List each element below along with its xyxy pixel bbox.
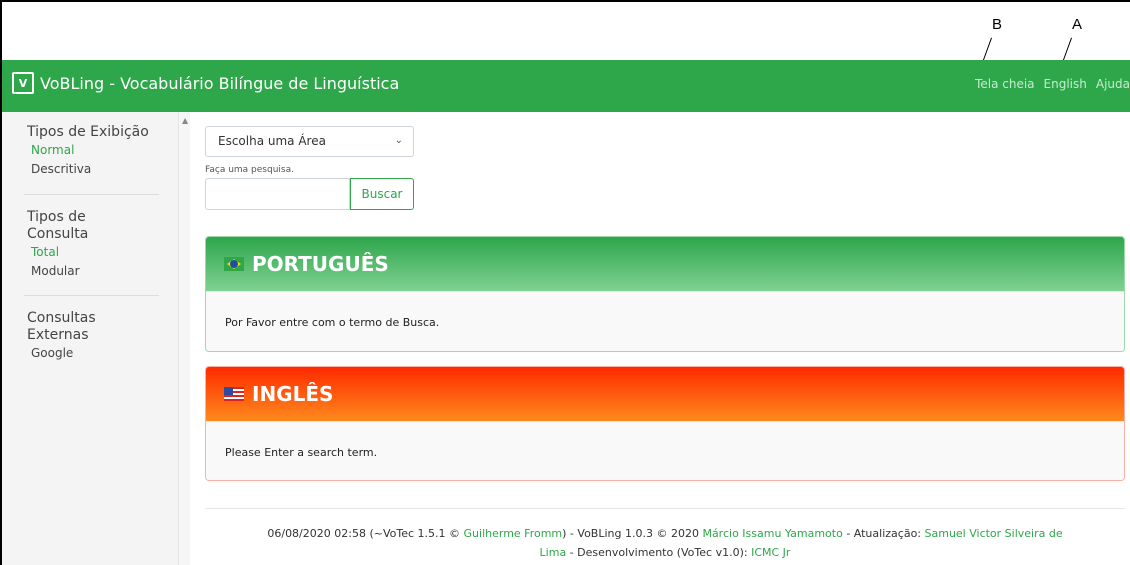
sidebar-divider: [24, 194, 159, 195]
area-select-value: Escolha uma Área: [218, 134, 326, 148]
brazil-flag-icon: [224, 257, 244, 271]
sidebar-title-query-line2: Consulta: [27, 226, 89, 242]
english-panel-header: INGLÊS: [206, 367, 1124, 421]
sidebar-title-display: Tipos de Exibição: [27, 124, 149, 140]
top-navbar: V VoBLing - Vocabulário Bilíngue de Ling…: [2, 60, 1130, 112]
footer-line-1: 06/08/2020 02:58 (~VoTec 1.5.1 © Guilher…: [205, 524, 1125, 543]
chevron-down-icon: ⌄: [394, 135, 403, 146]
footer-text: ) - VoBLing 1.0.3 © 2020: [562, 527, 703, 540]
sidebar-divider: [24, 295, 159, 296]
nav-fullscreen-link[interactable]: Tela cheia: [975, 77, 1034, 91]
portuguese-panel-title: PORTUGUÊS: [252, 252, 389, 276]
sidebar-item-google[interactable]: Google: [27, 344, 96, 363]
portuguese-panel-header: PORTUGUÊS: [206, 237, 1124, 291]
main-content: Escolha uma Área ⌄ Faça uma pesquisa. Bu…: [190, 112, 1130, 565]
portuguese-panel-body: Por Favor entre com o termo de Busca.: [206, 291, 1124, 351]
logo-icon: V: [12, 72, 34, 94]
footer-text: 06/08/2020 02:58 (~VoTec 1.5.1 ©: [267, 527, 464, 540]
search-button[interactable]: Buscar: [350, 178, 414, 210]
sidebar-item-total[interactable]: Total: [27, 243, 88, 262]
footer-link-guilherme[interactable]: Guilherme Fromm: [464, 527, 563, 540]
sidebar-item-normal[interactable]: Normal: [27, 141, 149, 160]
portuguese-panel: PORTUGUÊS Por Favor entre com o termo de…: [205, 236, 1125, 352]
footer-divider: [205, 508, 1125, 509]
top-margin: [2, 2, 1130, 60]
sidebar-title-external-line1: Consultas: [27, 310, 96, 326]
sidebar-section-display: Tipos de Exibição Normal Descritiva: [27, 124, 149, 179]
footer-link-icmc[interactable]: ICMC Jr: [751, 546, 790, 559]
sidebar-title-external-line2: Externas: [27, 327, 89, 343]
nav-english-link[interactable]: English: [1044, 77, 1087, 91]
app-title: VoBLing - Vocabulário Bilíngue de Linguí…: [40, 73, 400, 93]
app-frame: B A V VoBLing - Vocabulário Bilíngue de …: [0, 0, 1130, 565]
footer-link-samuel[interactable]: Samuel Victor Silveira de: [925, 527, 1063, 540]
footer: 06/08/2020 02:58 (~VoTec 1.5.1 © Guilher…: [205, 524, 1125, 562]
usa-flag-icon: [224, 387, 244, 401]
sidebar-title-query-line1: Tipos de: [27, 209, 86, 225]
footer-line-2: Lima - Desenvolvimento (VoTec v1.0): ICM…: [205, 543, 1125, 562]
footer-text: - Atualização:: [842, 527, 925, 540]
nav-help-link[interactable]: Ajuda: [1096, 77, 1130, 91]
footer-link-marcio[interactable]: Márcio Issamu Yamamoto: [702, 527, 842, 540]
nav-links: Tela cheia English Ajuda: [975, 77, 1130, 91]
sidebar-item-modular[interactable]: Modular: [27, 262, 88, 281]
sidebar-item-descriptive[interactable]: Descritiva: [27, 160, 149, 179]
footer-link-samuel-cont[interactable]: Lima: [540, 546, 567, 559]
sidebar: Tipos de Exibição Normal Descritiva Tipo…: [2, 112, 178, 565]
scroll-up-icon[interactable]: ▲: [182, 116, 188, 125]
annotation-a-label: A: [1072, 16, 1083, 33]
footer-text: - Desenvolvimento (VoTec v1.0):: [566, 546, 752, 559]
search-hint: Faça uma pesquisa.: [205, 165, 294, 175]
english-panel-body: Please Enter a search term.: [206, 421, 1124, 480]
sidebar-section-query: Tipos de Consulta Total Modular: [27, 209, 88, 281]
area-select[interactable]: Escolha uma Área ⌄: [205, 126, 414, 157]
english-panel-title: INGLÊS: [252, 382, 334, 406]
brand[interactable]: V VoBLing - Vocabulário Bilíngue de Ling…: [12, 72, 399, 94]
search-input[interactable]: [205, 178, 350, 210]
sidebar-scrollbar[interactable]: ▲: [178, 112, 190, 565]
english-panel: INGLÊS Please Enter a search term.: [205, 366, 1125, 481]
sidebar-section-external: Consultas Externas Google: [27, 310, 96, 363]
annotation-b-label: B: [992, 16, 1003, 33]
